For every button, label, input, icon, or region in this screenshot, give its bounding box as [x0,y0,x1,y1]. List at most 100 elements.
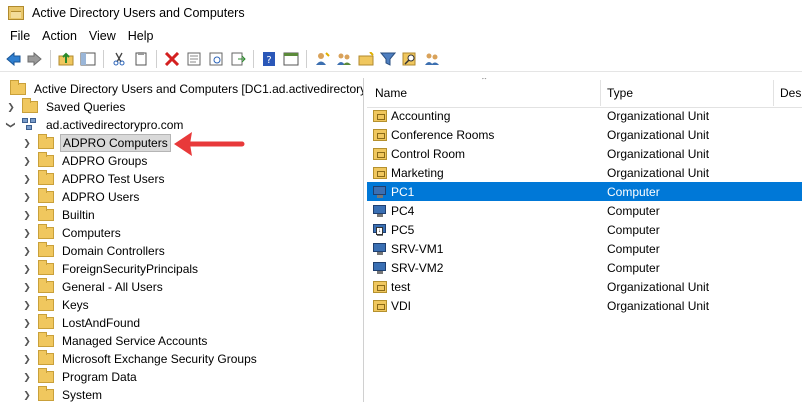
tree-item[interactable]: ❯ LostAndFound [22,314,142,332]
tree-item[interactable]: ❯ Computers [22,224,123,242]
chevron-right-icon[interactable]: ❯ [22,246,32,256]
forward-arrow-icon[interactable] [26,50,44,68]
help-icon[interactable]: ? [260,50,278,68]
list-item[interactable]: PC1 Computer [367,182,802,201]
menu-view[interactable]: View [83,29,122,43]
column-divider[interactable] [773,80,774,106]
chevron-right-icon[interactable]: ❯ [6,102,16,112]
refresh-icon[interactable] [207,50,225,68]
computer-icon [373,185,387,198]
chevron-right-icon[interactable]: ❯ [22,318,32,328]
chevron-right-icon[interactable]: ❯ [22,192,32,202]
chevron-right-icon[interactable]: ❯ [22,336,32,346]
list-item[interactable]: Conference Rooms Organizational Unit [367,125,802,144]
list-item-name: VDI [391,298,412,313]
list-item[interactable]: VDI Organizational Unit [367,296,802,315]
toolbar-separator [103,49,104,68]
chevron-right-icon[interactable]: ❯ [22,138,32,148]
tree-item-label: ForeignSecurityPrincipals [62,262,199,276]
cut-icon[interactable] [110,50,128,68]
menu-action[interactable]: Action [36,29,83,43]
tree-item-label: Keys [62,298,89,312]
tree-item[interactable]: ❯ Managed Service Accounts [22,332,209,350]
folder-icon [38,170,54,185]
menu-help[interactable]: Help [122,29,160,43]
list-item-name-cell: SRV-VM2 [373,261,443,275]
tree-item[interactable]: ❯ Domain Controllers [22,242,167,260]
list-item-name: Marketing [391,165,444,180]
tree-item[interactable]: ❯ Microsoft Exchange Security Groups [22,350,259,368]
menu-file[interactable]: File [4,29,36,43]
export-icon[interactable] [229,50,247,68]
list-item-name-cell: Accounting [373,109,450,123]
up-folder-icon[interactable] [57,50,75,68]
chevron-right-icon[interactable]: ❯ [22,282,32,292]
list-item[interactable]: PC4 Computer [367,201,802,220]
folder-icon [22,98,38,113]
list-item[interactable]: SRV-VM2 Computer [367,258,802,277]
list-item[interactable]: test Organizational Unit [367,277,802,296]
list-item-name: SRV-VM2 [391,260,444,275]
chevron-right-icon[interactable]: ❯ [22,156,32,166]
tree-item[interactable]: ❯ Keys [22,296,91,314]
copy-icon[interactable] [132,50,150,68]
new-ou-icon[interactable] [357,50,375,68]
toolbar-separator [156,49,157,68]
chevron-right-icon[interactable]: ❯ [22,372,32,382]
folder-icon [38,242,54,257]
tree-item[interactable]: ❯ System [22,386,104,402]
back-arrow-icon[interactable] [4,50,22,68]
add-to-group-icon[interactable] [423,50,441,68]
delete-icon[interactable] [163,50,181,68]
column-divider[interactable] [600,80,601,106]
list-item[interactable]: Control Room Organizational Unit [367,144,802,163]
column-name[interactable]: Name [375,86,407,100]
tree-item[interactable]: ❯ General - All Users [22,278,165,296]
list-item[interactable]: SRV-VM1 Computer [367,239,802,258]
tree-item-label: ADPRO Computers [60,134,171,152]
column-description[interactable]: Des [780,86,801,100]
console-tree: Active Directory Users and Computers [DC… [0,78,364,402]
find-icon[interactable] [401,50,419,68]
chevron-right-icon[interactable]: ❯ [22,300,32,310]
list-item[interactable]: Accounting Organizational Unit [367,106,802,125]
window-title: Active Directory Users and Computers [32,6,245,20]
chevron-right-icon[interactable]: ❯ [22,264,32,274]
tree-item[interactable]: ❯ ADPRO Users [22,188,141,206]
chevron-right-icon[interactable]: ❯ [22,390,32,400]
chevron-right-icon[interactable]: ❯ [22,354,32,364]
list-item[interactable]: Marketing Organizational Unit [367,163,802,182]
folder-icon [38,206,54,221]
tree-item-label: ADPRO Users [62,190,140,204]
list-item-name-cell: Marketing [373,166,444,180]
column-type[interactable]: Type [607,86,633,100]
list-item-name-cell: ↓ PC5 [373,223,414,237]
console-icon[interactable] [282,50,300,68]
tree-item[interactable]: ❯ ForeignSecurityPrincipals [22,260,200,278]
list-item-name: SRV-VM1 [391,241,444,256]
filter-icon[interactable] [379,50,397,68]
tree-item[interactable]: ❯ ADPRO Groups [22,152,149,170]
tree-root[interactable]: Active Directory Users and Computers [DC… [6,80,363,98]
new-user-icon[interactable] [313,50,331,68]
organizational-unit-icon [373,109,387,122]
tree-item[interactable]: ❯ Program Data [22,368,139,386]
chevron-right-icon[interactable]: ❯ [22,228,32,238]
chevron-right-icon[interactable]: ❯ [22,174,32,184]
list-item-name-cell: Conference Rooms [373,128,494,142]
computer-icon [373,242,387,255]
chevron-down-icon[interactable]: ❯ [6,120,17,130]
show-hide-tree-icon[interactable] [79,50,97,68]
tree-item[interactable]: ❯ ADPRO Computers [22,134,171,152]
tree-item-label: LostAndFound [62,316,141,330]
properties-icon[interactable] [185,50,203,68]
list-item[interactable]: ↓ PC5 Computer [367,220,802,239]
organizational-unit-icon [373,280,387,293]
tree-item-domain[interactable]: ❯ ad.activedirectorypro.com [6,116,185,134]
tree-item-saved-queries[interactable]: ❯ Saved Queries [6,98,127,116]
annotation-arrow [174,132,245,156]
tree-item[interactable]: ❯ ADPRO Test Users [22,170,166,188]
tree-item[interactable]: ❯ Builtin [22,206,97,224]
new-group-icon[interactable] [335,50,353,68]
chevron-right-icon[interactable]: ❯ [22,210,32,220]
